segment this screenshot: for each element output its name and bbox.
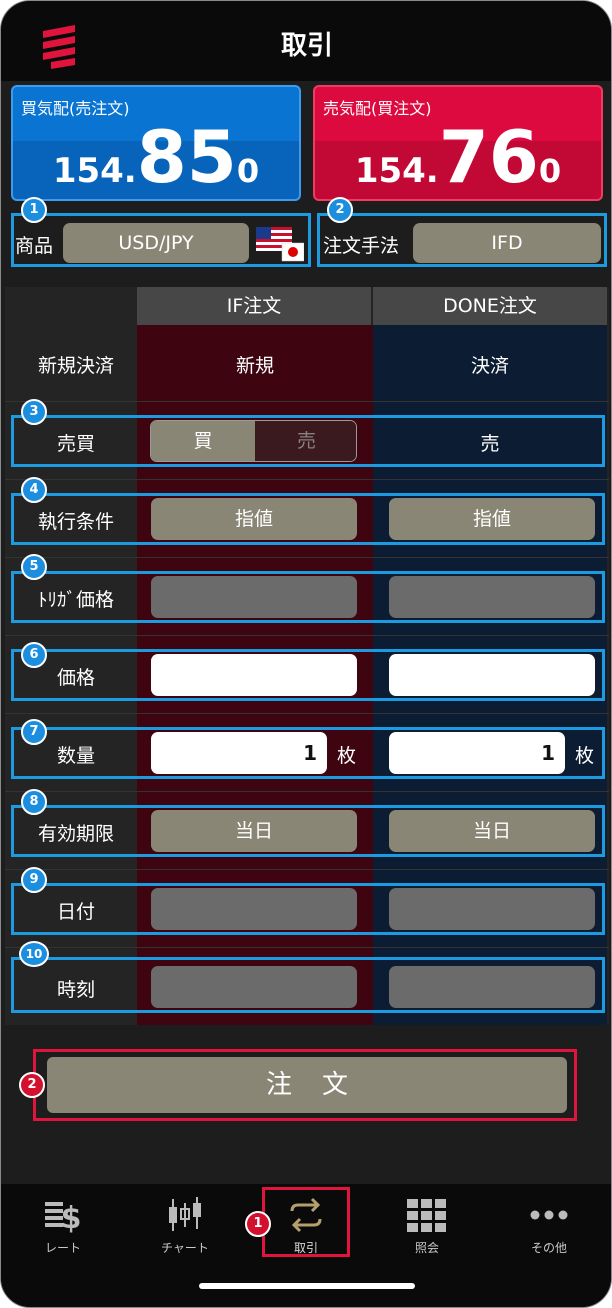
row-divider	[5, 635, 609, 636]
badge-7: 7	[21, 719, 47, 745]
row-divider	[5, 947, 609, 948]
tab-chart-label: チャート	[161, 1241, 209, 1255]
highlight-box-8	[11, 805, 605, 857]
bid-price: 154.850	[13, 121, 299, 193]
ask-price: 154.760	[315, 121, 601, 193]
badge-6: 6	[21, 642, 47, 668]
ask-price-suffix: 0	[538, 152, 562, 190]
ask-price-big: 76	[438, 115, 539, 199]
bid-price-suffix: 0	[236, 152, 260, 190]
tab-rate[interactable]: $ レート	[13, 1193, 113, 1256]
highlight-box-1	[11, 213, 311, 267]
tab-inquiry[interactable]: 照会	[377, 1193, 477, 1256]
row-divider	[5, 401, 609, 402]
highlight-box-6	[11, 649, 605, 701]
if-new-text: 新規	[235, 355, 274, 377]
bid-price-prefix: 154.	[52, 151, 137, 191]
row-divider	[5, 791, 609, 792]
ask-label: 売気配(買注文)	[323, 99, 432, 118]
highlight-box-7	[11, 727, 605, 779]
bid-price-big: 85	[136, 115, 237, 199]
trade-tab-highlight-box	[262, 1187, 350, 1257]
tab-chart[interactable]: チャート	[135, 1193, 235, 1256]
phone-frame: 取引 買気配(売注文) 154.850 売気配(買注文) 154.760 商品 …	[0, 0, 612, 1308]
highlight-box-9	[11, 883, 605, 935]
done-settle-text: 決済	[470, 355, 509, 377]
badge-10: 10	[19, 941, 49, 967]
highlight-box-2	[317, 213, 607, 267]
row-divider	[5, 557, 609, 558]
tab-more[interactable]: その他	[499, 1193, 599, 1256]
candlestick-icon	[169, 1197, 201, 1231]
bid-label: 買気配(売注文)	[21, 99, 130, 118]
row-label-new-settle: 新規決済	[37, 355, 114, 377]
tab-inquiry-label: 照会	[414, 1241, 439, 1255]
tab-more-label: その他	[530, 1241, 567, 1255]
more-dots-icon	[530, 1210, 568, 1220]
rate-icon: $	[45, 1201, 82, 1234]
badge-9: 9	[21, 867, 47, 893]
badge-8: 8	[21, 789, 47, 815]
badge-2: 2	[327, 197, 353, 223]
page-title: 取引	[280, 31, 333, 61]
ask-price-prefix: 154.	[354, 151, 439, 191]
home-indicator[interactable]	[199, 1283, 415, 1289]
badge-3: 3	[21, 399, 47, 425]
done-order-header: DONE注文	[373, 287, 607, 325]
badge-1: 1	[21, 197, 47, 223]
highlight-box-3	[11, 415, 605, 467]
row-divider	[5, 479, 609, 480]
highlight-box-10	[11, 957, 605, 1013]
svg-text:$: $	[61, 1201, 82, 1234]
ask-price-button[interactable]: 売気配(買注文) 154.760	[313, 85, 603, 201]
badge-red-2: 2	[19, 1072, 45, 1098]
bid-price-button[interactable]: 買気配(売注文) 154.850	[11, 85, 301, 201]
badge-5: 5	[21, 554, 47, 580]
highlight-box-5	[11, 571, 605, 623]
grid-icon	[407, 1199, 446, 1232]
badge-4: 4	[21, 477, 47, 503]
badge-red-1: 1	[245, 1211, 271, 1237]
tab-rate-label: レート	[44, 1241, 81, 1255]
highlight-box-4	[11, 493, 605, 545]
row-divider	[5, 869, 609, 870]
row-divider	[5, 713, 609, 714]
if-order-header: IF注文	[137, 287, 371, 325]
order-button[interactable]: 注文	[47, 1057, 567, 1113]
